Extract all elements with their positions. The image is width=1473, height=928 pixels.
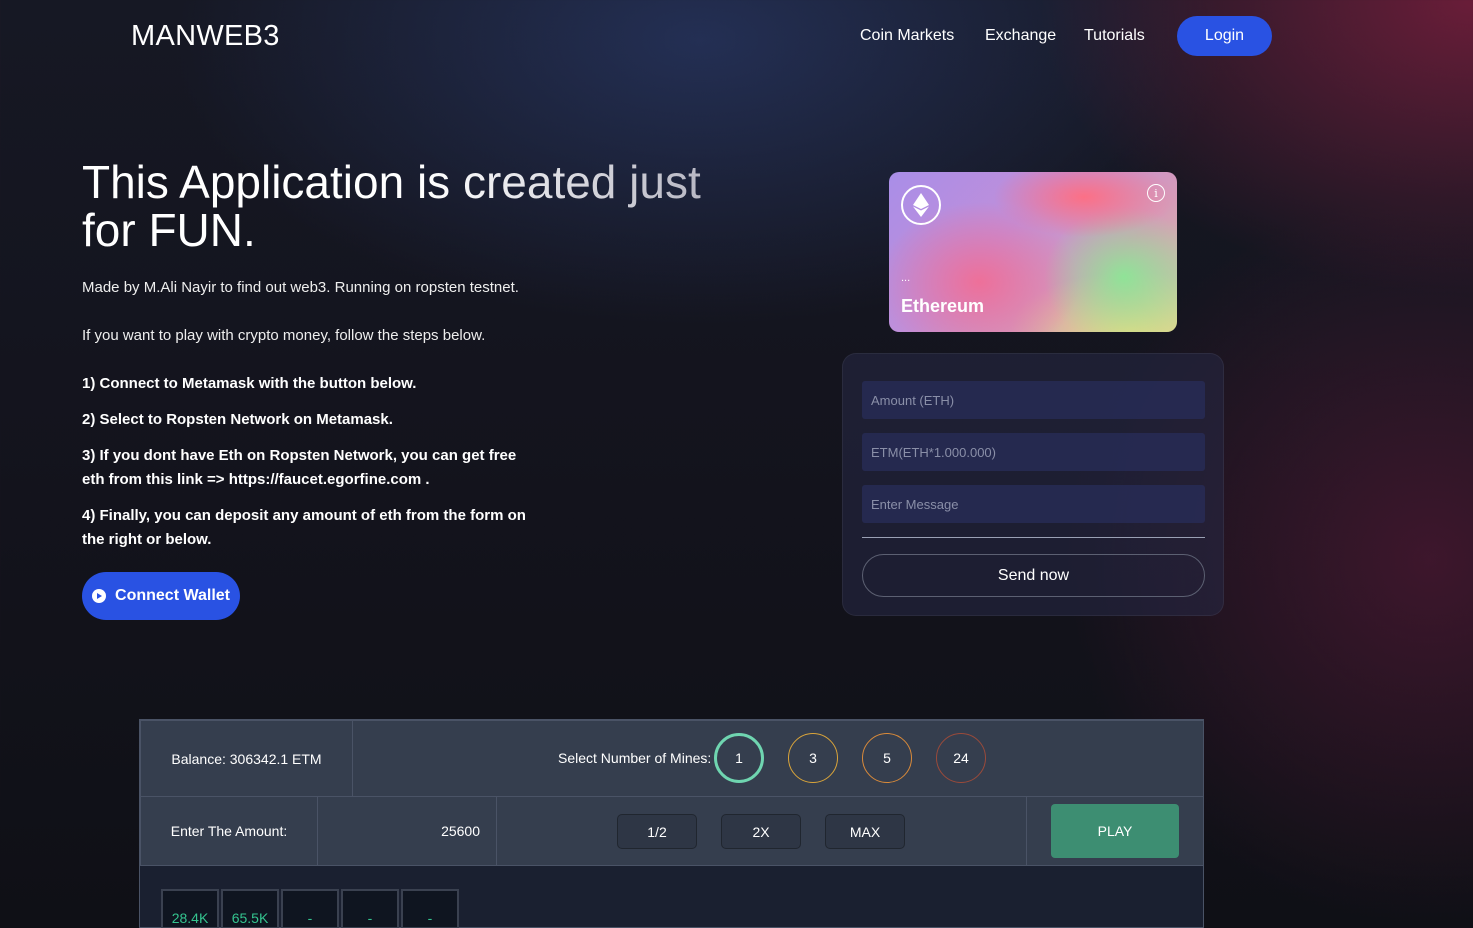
form-divider	[862, 537, 1205, 538]
hero-title: This Application is created just for FUN…	[82, 156, 701, 256]
history-tile: -	[341, 889, 399, 928]
play-button[interactable]: PLAY	[1051, 804, 1179, 858]
amount-value: 25600	[441, 823, 480, 839]
connect-wallet-label: Connect Wallet	[115, 587, 230, 604]
info-icon[interactable]: i	[1147, 184, 1165, 202]
message-input[interactable]	[862, 485, 1205, 523]
amount-eth-input[interactable]	[862, 381, 1205, 419]
ethereum-card: i ... Ethereum	[889, 172, 1177, 332]
history-tile: -	[401, 889, 459, 928]
double-button[interactable]: 2X	[721, 814, 801, 849]
wallet-address: ...	[901, 272, 911, 284]
etm-input[interactable]	[862, 433, 1205, 471]
step-4: 4) Finally, you can deposit any amount o…	[82, 507, 526, 548]
mines-option-5[interactable]: 5	[862, 733, 912, 783]
mines-option-24[interactable]: 24	[936, 733, 986, 783]
brand-logo[interactable]: MANWEB3	[131, 20, 280, 53]
history-tile: 28.4K	[161, 889, 219, 928]
hero-subtitle: Made by M.Ali Nayir to find out web3. Ru…	[82, 279, 519, 296]
history-tile: -	[281, 889, 339, 928]
network-name: Ethereum	[901, 296, 985, 316]
amount-input[interactable]: 25600	[317, 796, 497, 866]
hero-intro: If you want to play with crypto money, f…	[82, 327, 486, 344]
mines-game-panel: Balance: 306342.1 ETM Select Number of M…	[139, 719, 1204, 928]
step-2: 2) Select to Ropsten Network on Metamask…	[82, 411, 393, 428]
mines-label: Select Number of Mines:	[558, 750, 712, 766]
balance-cell: Balance: 306342.1 ETM	[140, 720, 353, 797]
deposit-form: Send now	[842, 353, 1224, 616]
balance-text: Balance: 306342.1 ETM	[171, 750, 322, 767]
login-button[interactable]: Login	[1177, 16, 1272, 56]
send-now-button[interactable]: Send now	[862, 554, 1205, 597]
ethereum-icon	[901, 185, 941, 225]
max-button[interactable]: MAX	[825, 814, 905, 849]
nav-link-coin-markets[interactable]: Coin Markets	[860, 27, 954, 45]
step-3: 3) If you dont have Eth on Ropsten Netwo…	[82, 447, 517, 488]
play-circle-icon	[92, 589, 107, 603]
history-tile: 65.5K	[221, 889, 279, 928]
step-1: 1) Connect to Metamask with the button b…	[82, 375, 417, 392]
nav-link-tutorials[interactable]: Tutorials	[1084, 27, 1145, 45]
mines-option-3[interactable]: 3	[788, 733, 838, 783]
connect-wallet-button[interactable]: Connect Wallet	[82, 572, 240, 620]
mines-option-1[interactable]: 1	[714, 733, 764, 783]
amount-label-cell: Enter The Amount:	[140, 796, 318, 866]
amount-label: Enter The Amount:	[170, 823, 288, 839]
mines-select-cell: Select Number of Mines:	[352, 720, 1204, 797]
nav-link-exchange[interactable]: Exchange	[985, 27, 1056, 45]
half-button[interactable]: 1/2	[617, 814, 697, 849]
